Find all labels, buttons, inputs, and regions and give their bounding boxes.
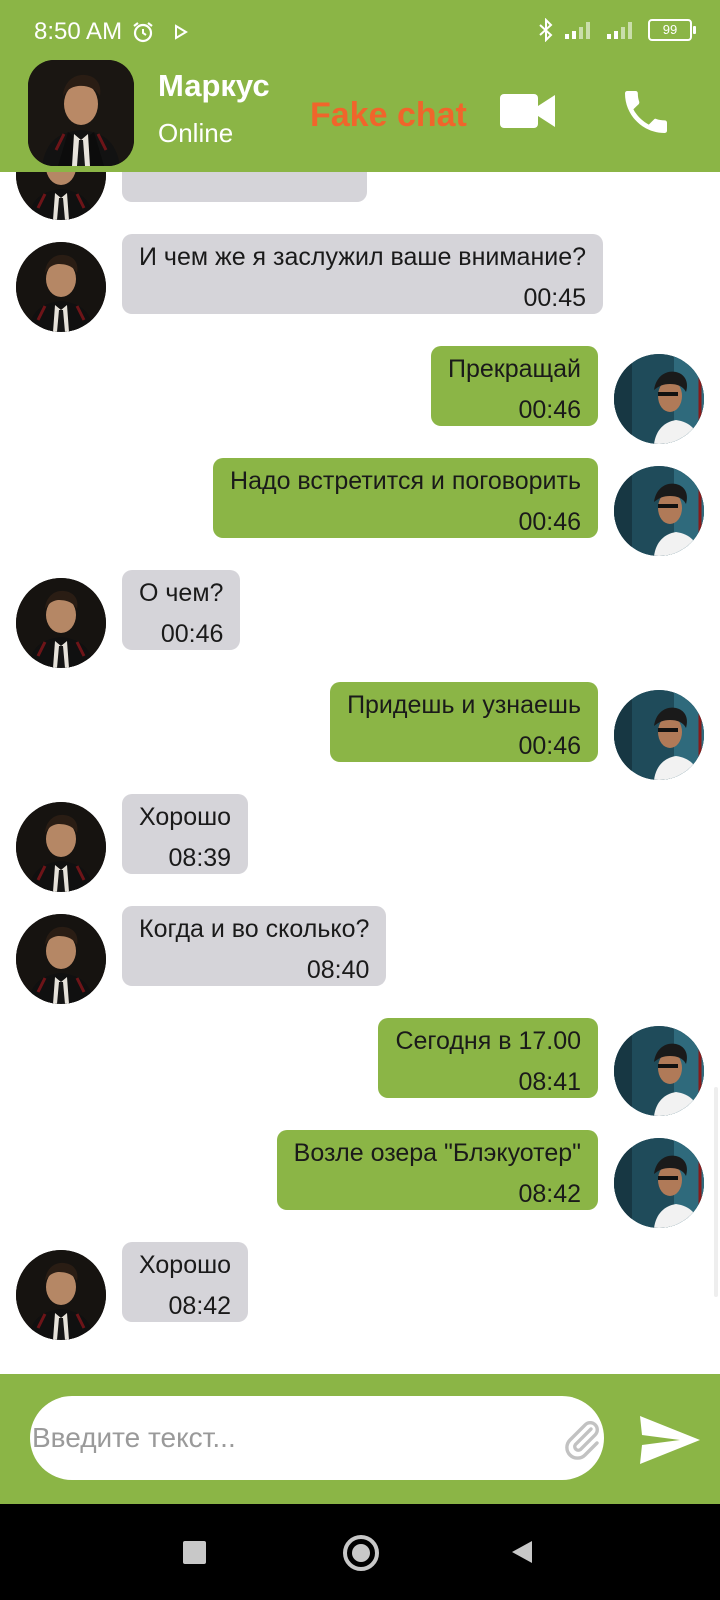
- incoming-message: Хорошо 08:42: [0, 1242, 720, 1356]
- scroll-indicator[interactable]: [714, 1087, 718, 1297]
- message-time: 00:45: [523, 284, 587, 312]
- message-text: Прекращай: [448, 355, 581, 383]
- status-icons: 99: [538, 18, 696, 42]
- outgoing-message: Надо встретится и поговорить 00:46: [0, 458, 720, 572]
- message-bubble[interactable]: Хорошо 08:39: [122, 794, 249, 874]
- message-bubble[interactable]: Сегодня в 17.00 08:41: [378, 1018, 598, 1098]
- incoming-message: О чем? 00:46: [0, 570, 720, 684]
- contact-avatar[interactable]: [16, 914, 106, 1004]
- play-icon: [174, 24, 188, 40]
- incoming-message: 00:45: [0, 172, 720, 236]
- message-time: 00:46: [518, 396, 581, 424]
- message-list[interactable]: 00:45 И чем же я заслужил ваше внимание? 0…: [0, 172, 720, 1374]
- message-time: 08:42: [518, 1180, 581, 1208]
- message-time: 00:46: [518, 508, 581, 536]
- incoming-message: Хорошо 08:39: [0, 794, 720, 908]
- attach-button[interactable]: [558, 1416, 606, 1464]
- phone-call-button[interactable]: [618, 84, 674, 140]
- message-bubble[interactable]: О чем? 00:46: [122, 570, 241, 650]
- composer-bar: [0, 1374, 720, 1504]
- message-time: 08:42: [168, 1292, 232, 1320]
- app-brand-label: Fake chat: [310, 96, 467, 134]
- paperclip-icon: [565, 1421, 599, 1460]
- message-bubble[interactable]: Когда и во сколько? 08:40: [122, 906, 387, 986]
- message-time: 00:46: [160, 620, 224, 648]
- message-text: И чем же я заслужил ваше внимание?: [139, 243, 587, 271]
- message-text: Придешь и узнаешь: [347, 691, 581, 719]
- message-time: 00:46: [518, 732, 581, 760]
- message-bubble[interactable]: Хорошо 08:42: [122, 1242, 249, 1322]
- message-time: 08:39: [168, 844, 232, 872]
- message-bubble[interactable]: Надо встретится и поговорить 00:46: [213, 458, 598, 538]
- video-call-button[interactable]: [500, 92, 556, 130]
- user-avatar[interactable]: [614, 466, 704, 556]
- message-bubble[interactable]: 00:45: [122, 172, 367, 202]
- incoming-message: И чем же я заслужил ваше внимание? 00:45: [0, 234, 720, 348]
- battery-icon: 99: [648, 19, 696, 41]
- contact-avatar[interactable]: [28, 60, 134, 166]
- message-input-container[interactable]: [30, 1396, 604, 1480]
- message-text: О чем?: [139, 579, 224, 607]
- user-avatar[interactable]: [614, 1138, 704, 1228]
- user-avatar[interactable]: [614, 690, 704, 780]
- contact-avatar[interactable]: [16, 578, 106, 668]
- outgoing-message: Придешь и узнаешь 00:46: [0, 682, 720, 796]
- contact-avatar[interactable]: [16, 242, 106, 332]
- bluetooth-icon: [538, 18, 554, 42]
- contact-avatar[interactable]: [16, 1250, 106, 1340]
- signal-icon: [564, 20, 596, 40]
- message-bubble[interactable]: Придешь и узнаешь 00:46: [330, 682, 598, 762]
- message-text: Возле озера "Блэкуотер": [293, 1139, 581, 1167]
- status-bar: 8:50 AM 99: [0, 0, 720, 60]
- message-bubble[interactable]: И чем же я заслужил ваше внимание? 00:45: [122, 234, 604, 314]
- contact-name: Маркус: [158, 68, 270, 103]
- video-call-icon: [500, 94, 555, 128]
- message-time: 08:40: [306, 956, 370, 984]
- chat-header: Маркус Online Fake chat: [0, 60, 720, 172]
- status-time: 8:50 AM: [34, 18, 123, 45]
- signal-icon: [606, 20, 638, 40]
- alarm-icon: [131, 20, 155, 44]
- phone-call-icon: [625, 91, 667, 133]
- message-text: Хорошо: [139, 1251, 232, 1279]
- home-icon[interactable]: [343, 1535, 379, 1571]
- contact-avatar[interactable]: [16, 172, 106, 220]
- message-text: Надо встретится и поговорить: [230, 467, 581, 495]
- incoming-message: Когда и во сколько? 08:40: [0, 906, 720, 1020]
- system-nav-bar: [0, 1504, 720, 1600]
- contact-avatar[interactable]: [16, 802, 106, 892]
- user-avatar[interactable]: [614, 1026, 704, 1116]
- user-avatar[interactable]: [614, 354, 704, 444]
- send-icon: [640, 1416, 700, 1464]
- message-time: 08:41: [518, 1068, 581, 1096]
- contact-status: Online: [158, 118, 234, 148]
- message-text: Когда и во сколько?: [139, 915, 370, 943]
- outgoing-message: Возле озера "Блэкуотер" 08:42: [0, 1130, 720, 1244]
- outgoing-message: Сегодня в 17.00 08:41: [0, 1018, 720, 1132]
- message-input[interactable]: [32, 1418, 512, 1458]
- send-button[interactable]: [638, 1414, 702, 1466]
- outgoing-message: Прекращай 00:46: [0, 346, 720, 460]
- message-bubble[interactable]: Возле озера "Блэкуотер" 08:42: [276, 1130, 598, 1210]
- message-text: Сегодня в 17.00: [395, 1027, 581, 1055]
- recent-apps-icon[interactable]: [183, 1541, 206, 1564]
- message-text: Хорошо: [139, 803, 232, 831]
- message-bubble[interactable]: Прекращай 00:46: [431, 346, 598, 426]
- back-icon[interactable]: [510, 1539, 534, 1565]
